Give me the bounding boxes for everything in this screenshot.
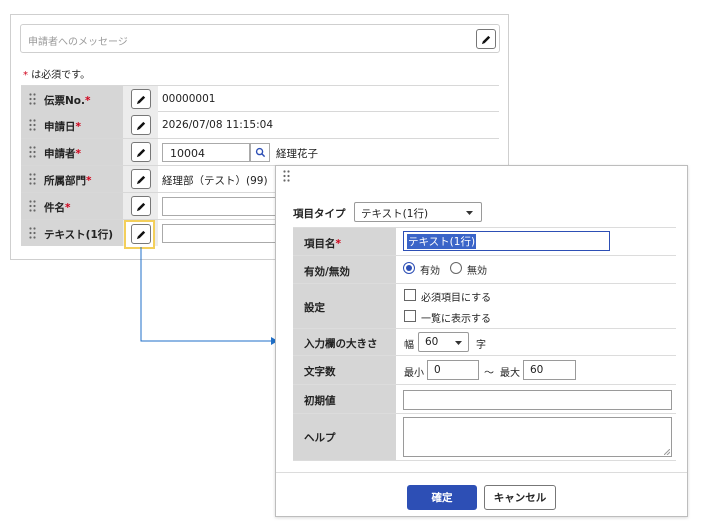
required-checkbox[interactable] <box>404 289 416 301</box>
field-label-applicant: 申請者* <box>44 148 81 160</box>
help-label: ヘルプ <box>304 432 336 444</box>
range-tilde: 〜 <box>484 368 494 379</box>
confirm-button[interactable]: 確定 <box>407 485 477 510</box>
min-chars-input[interactable]: 0 <box>427 360 479 380</box>
field-label-text-single: テキスト(1行) <box>44 229 114 241</box>
field-size-unit: 字 <box>476 340 486 351</box>
min-label: 最小 <box>404 368 424 379</box>
edit-subject-button[interactable] <box>131 196 151 216</box>
initial-value-input[interactable] <box>403 390 672 410</box>
edit-applicant-button[interactable] <box>131 142 151 162</box>
edit-message-button[interactable] <box>476 29 496 49</box>
apply-date-value: 2026/07/08 11:15:04 <box>162 119 274 131</box>
applicant-name: 経理花子 <box>276 148 318 160</box>
form-row-slip-no: 伝票No.* 00000001 <box>21 85 499 112</box>
text-single-input[interactable] <box>162 224 282 243</box>
drag-handle-icon[interactable] <box>29 200 36 212</box>
enabled-label: 有効/無効 <box>304 266 350 278</box>
applicant-search-button[interactable] <box>250 143 270 162</box>
field-size-label: 入力欄の大きさ <box>304 338 378 350</box>
chevron-down-icon <box>466 211 473 215</box>
show-in-list-checkbox-label: 一覧に表示する <box>421 314 491 325</box>
drag-handle-icon[interactable] <box>29 119 36 131</box>
item-type-select[interactable]: テキスト(1行) <box>354 202 482 222</box>
subject-input[interactable] <box>162 197 282 216</box>
pencil-icon <box>136 202 145 211</box>
field-size-select[interactable]: 60 <box>418 332 469 352</box>
field-label-slip-no: 伝票No.* <box>44 95 91 107</box>
char-count-label: 文字数 <box>304 366 336 378</box>
slip-no-value: 00000001 <box>162 93 216 105</box>
edit-slip-no-button[interactable] <box>131 89 151 109</box>
chevron-down-icon <box>455 341 462 345</box>
help-textarea[interactable] <box>403 417 672 457</box>
dialog-drag-handle-icon[interactable] <box>283 170 290 182</box>
item-name-input[interactable]: テキスト(1行) <box>403 231 610 251</box>
connector-arrow <box>140 247 278 345</box>
enabled-radio-off[interactable] <box>450 262 462 274</box>
drag-handle-icon[interactable] <box>29 93 36 105</box>
show-in-list-checkbox[interactable] <box>404 310 416 322</box>
field-label-subject: 件名* <box>44 202 71 214</box>
initial-label: 初期値 <box>304 395 336 407</box>
form-row-apply-date: 申請日* 2026/07/08 11:15:04 <box>21 112 499 139</box>
required-checkbox-label: 必須項目にする <box>421 293 492 304</box>
applicant-code-input[interactable]: 10004 <box>162 143 250 162</box>
applicant-message-field[interactable]: 申請者へのメッセージ <box>20 24 500 53</box>
cancel-button[interactable]: キャンセル <box>484 485 556 510</box>
enabled-radio-on[interactable] <box>403 262 415 274</box>
drag-handle-icon[interactable] <box>29 173 36 185</box>
drag-handle-icon[interactable] <box>29 146 36 158</box>
form-row-applicant: 申請者* 10004 経理花子 <box>21 139 499 166</box>
edit-text-single-button[interactable] <box>131 224 151 244</box>
field-label-apply-date: 申請日* <box>44 121 81 133</box>
dialog-footer-divider <box>276 472 687 473</box>
settings-label: 設定 <box>304 302 325 314</box>
pencil-icon <box>136 148 145 157</box>
pencil-icon <box>136 121 145 130</box>
drag-handle-icon[interactable] <box>29 227 36 239</box>
max-label: 最大 <box>500 368 520 379</box>
pencil-icon <box>136 230 145 239</box>
required-note: * は必須です。 <box>23 70 91 81</box>
edit-department-button[interactable] <box>131 169 151 189</box>
edit-apply-date-button[interactable] <box>131 115 151 135</box>
pencil-icon <box>481 35 490 44</box>
field-label-department: 所属部門* <box>44 175 92 187</box>
enabled-off-label: 無効 <box>467 266 487 277</box>
pencil-icon <box>136 175 145 184</box>
pencil-icon <box>136 95 145 104</box>
item-name-label: 項目名* <box>304 238 341 250</box>
resize-grip-icon[interactable] <box>664 449 670 455</box>
item-type-label: 項目タイプ <box>293 208 346 220</box>
applicant-message-placeholder: 申請者へのメッセージ <box>28 37 128 48</box>
enabled-on-label: 有効 <box>420 266 440 277</box>
max-chars-input[interactable]: 60 <box>523 360 576 380</box>
department-value: 経理部（テスト）(99) <box>162 175 268 187</box>
field-size-prefix: 幅 <box>404 340 414 351</box>
search-icon <box>255 147 266 158</box>
